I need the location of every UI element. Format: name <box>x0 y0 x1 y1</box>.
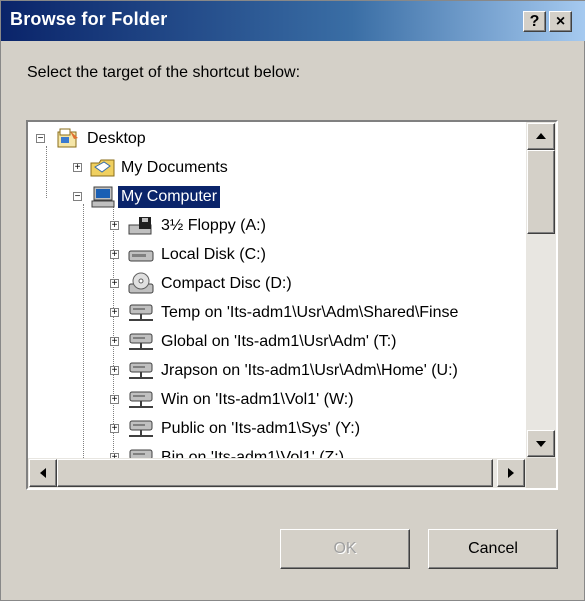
tree-item-compact-disc-d[interactable]: + Compact Disc (D:) <box>110 269 295 298</box>
horizontal-scrollbar[interactable] <box>28 458 526 488</box>
cancel-button[interactable]: Cancel <box>428 529 558 569</box>
tree-content: − Desktop + My Documents − My Computer +… <box>28 122 526 458</box>
tree-item-label: My Documents <box>121 159 228 176</box>
tree-item-local-disk-c[interactable]: + Local Disk (C:) <box>110 240 269 269</box>
close-button[interactable]: × <box>549 11 572 32</box>
expand-toggle[interactable]: + <box>110 395 119 405</box>
window-title: Browse for Folder <box>10 9 168 29</box>
prompt-text: Select the target of the shortcut below: <box>27 64 301 81</box>
tree-item-win-network-drive[interactable]: + Win on 'Its-adm1\Vol1' (W:) <box>110 385 357 414</box>
tree-item-label: Desktop <box>87 130 146 147</box>
tree-item-label: My Computer <box>118 186 221 208</box>
expand-toggle[interactable]: + <box>110 424 119 434</box>
tree-item-label: Global on 'Its-adm1\Usr\Adm' (T:) <box>161 333 397 350</box>
expand-toggle[interactable]: + <box>110 221 119 231</box>
tree-line <box>46 146 48 198</box>
scroll-right-button[interactable] <box>497 459 525 487</box>
browse-for-folder-dialog: Browse for Folder ? × Select the target … <box>0 0 585 601</box>
tree-item-label: Jrapson on 'Its-adm1\Usr\Adm\Home' (U:) <box>161 362 458 379</box>
scroll-down-button[interactable] <box>527 430 555 457</box>
horizontal-scroll-thumb[interactable] <box>57 459 493 487</box>
tree-item-my-documents[interactable]: + My Documents <box>73 153 231 182</box>
scroll-up-button[interactable] <box>527 123 555 150</box>
left-arrow-icon <box>40 468 46 478</box>
ok-button[interactable]: OK <box>280 529 410 569</box>
collapse-toggle[interactable]: − <box>36 134 45 144</box>
tree-item-jrapson-network-drive[interactable]: + Jrapson on 'Its-adm1\Usr\Adm\Home' (U:… <box>110 356 461 385</box>
tree-item-public-network-drive[interactable]: + Public on 'Its-adm1\Sys' (Y:) <box>110 414 363 443</box>
vertical-scroll-thumb[interactable] <box>527 150 555 234</box>
tree-item-global-network-drive[interactable]: + Global on 'Its-adm1\Usr\Adm' (T:) <box>110 327 400 356</box>
tree-line <box>83 204 85 458</box>
tree-item-label: Bin on 'Its-adm1\Vol1' (Z:) <box>161 449 345 458</box>
help-button[interactable]: ? <box>523 11 546 32</box>
collapse-toggle[interactable]: − <box>73 192 82 202</box>
expand-toggle[interactable]: + <box>110 308 119 318</box>
tree-item-label: 3½ Floppy (A:) <box>161 217 266 234</box>
right-arrow-icon <box>508 468 514 478</box>
tree-item-floppy-a[interactable]: + 3½ Floppy (A:) <box>110 211 269 240</box>
tree-item-label: Win on 'Its-adm1\Vol1' (W:) <box>161 391 354 408</box>
vertical-scrollbar[interactable] <box>526 122 556 458</box>
tree-item-my-computer[interactable]: − My Computer <box>73 182 221 211</box>
expand-toggle[interactable]: + <box>110 279 119 289</box>
scrollbar-corner <box>526 458 556 488</box>
expand-toggle[interactable]: + <box>110 366 119 376</box>
expand-toggle[interactable]: + <box>110 337 119 347</box>
tree-item-label: Compact Disc (D:) <box>161 275 292 292</box>
network-drive-icon <box>127 447 155 458</box>
folder-tree[interactable]: − Desktop + My Documents − My Computer +… <box>26 120 558 490</box>
tree-item-label: Public on 'Its-adm1\Sys' (Y:) <box>161 420 361 437</box>
expand-toggle[interactable]: + <box>110 250 119 260</box>
down-arrow-icon <box>536 441 546 447</box>
scroll-left-button[interactable] <box>29 459 57 487</box>
expand-toggle[interactable]: + <box>73 163 82 173</box>
tree-item-bin-network-drive[interactable]: + Bin on 'Its-adm1\Vol1' (Z:) <box>110 443 347 458</box>
tree-item-label: Temp on 'Its-adm1\Usr\Adm\Shared\Finse <box>161 304 459 321</box>
tree-item-label: Local Disk (C:) <box>161 246 266 263</box>
tree-item-desktop[interactable]: − Desktop <box>36 124 149 153</box>
tree-item-temp-network-drive[interactable]: + Temp on 'Its-adm1\Usr\Adm\Shared\Finse <box>110 298 461 327</box>
up-arrow-icon <box>536 133 546 139</box>
title-bar[interactable]: Browse for Folder ? × <box>1 1 585 41</box>
